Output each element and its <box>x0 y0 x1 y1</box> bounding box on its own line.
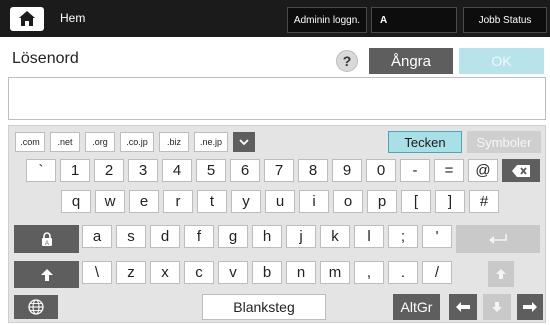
arrow-down-icon <box>492 302 502 312</box>
key[interactable]: c <box>184 261 214 284</box>
key[interactable]: b <box>252 261 282 284</box>
user-indicator[interactable]: A <box>371 7 457 33</box>
home-label: Hem <box>60 11 86 25</box>
key[interactable]: x <box>150 261 180 284</box>
top-bar: Hem Adminin loggn. A Jobb Status <box>0 0 550 37</box>
key[interactable]: \ <box>82 261 112 284</box>
domain-key[interactable]: .org <box>85 132 115 152</box>
key[interactable]: 3 <box>128 159 158 182</box>
ok-button[interactable]: OK <box>459 48 544 74</box>
key[interactable]: w <box>95 190 125 213</box>
backspace-button[interactable] <box>502 159 540 182</box>
tecken-button[interactable]: Tecken <box>388 131 462 153</box>
domain-key[interactable]: .co.jp <box>120 132 154 152</box>
key[interactable]: @ <box>468 159 498 182</box>
arrow-left-icon <box>456 302 470 312</box>
keyboard-panel: .com .net .org .co.jp .biz .ne.jp Tecken… <box>8 125 546 323</box>
key[interactable]: y <box>231 190 261 213</box>
backspace-icon <box>512 164 530 177</box>
svg-text:A: A <box>44 241 48 246</box>
cursor-right-button[interactable] <box>517 294 543 320</box>
cursor-up-button[interactable] <box>488 261 514 287</box>
enter-icon <box>489 234 507 244</box>
chevron-down-icon <box>239 139 249 145</box>
cursor-down-button[interactable] <box>483 294 511 320</box>
key[interactable]: p <box>367 190 397 213</box>
key[interactable]: j <box>286 225 316 248</box>
space-button[interactable]: Blanksteg <box>202 294 326 320</box>
key[interactable]: n <box>286 261 316 284</box>
globe-icon <box>28 299 44 315</box>
symboler-button[interactable]: Symboler <box>467 131 541 153</box>
key[interactable]: e <box>129 190 159 213</box>
key[interactable]: s <box>116 225 146 248</box>
domain-key[interactable]: .net <box>50 132 80 152</box>
key[interactable]: u <box>265 190 295 213</box>
key[interactable]: o <box>333 190 363 213</box>
key[interactable]: . <box>388 261 418 284</box>
key[interactable]: l <box>354 225 384 248</box>
key[interactable]: z <box>116 261 146 284</box>
key[interactable]: - <box>400 159 430 182</box>
key[interactable]: , <box>354 261 384 284</box>
caps-lock-button[interactable]: A <box>14 225 79 253</box>
home-icon <box>19 11 35 26</box>
key[interactable]: t <box>197 190 227 213</box>
key[interactable]: k <box>320 225 350 248</box>
caps-lock-icon: A <box>41 232 52 246</box>
key[interactable]: g <box>218 225 248 248</box>
key[interactable]: ` <box>26 159 56 182</box>
domain-more-button[interactable] <box>233 132 255 152</box>
arrow-up-icon <box>496 269 506 279</box>
key[interactable]: h <box>252 225 282 248</box>
language-button[interactable] <box>14 295 58 319</box>
key[interactable]: r <box>163 190 193 213</box>
key[interactable]: 2 <box>94 159 124 182</box>
help-icon[interactable]: ? <box>336 50 358 72</box>
key[interactable]: 7 <box>264 159 294 182</box>
domain-key[interactable]: .ne.jp <box>194 132 228 152</box>
key[interactable]: # <box>469 190 499 213</box>
key[interactable]: 1 <box>60 159 90 182</box>
key[interactable]: 4 <box>162 159 192 182</box>
key[interactable]: / <box>422 261 452 284</box>
domain-key[interactable]: .com <box>15 132 45 152</box>
shift-button[interactable] <box>14 261 79 288</box>
shift-arrow-icon <box>40 268 53 281</box>
key[interactable]: a <box>82 225 112 248</box>
key[interactable]: 6 <box>230 159 260 182</box>
key[interactable]: i <box>299 190 329 213</box>
job-status-button[interactable]: Jobb Status <box>463 7 547 33</box>
key[interactable]: ; <box>388 225 418 248</box>
enter-button[interactable] <box>456 225 540 253</box>
password-label: Lösenord <box>12 50 79 67</box>
key[interactable]: 9 <box>332 159 362 182</box>
key[interactable]: f <box>184 225 214 248</box>
key[interactable]: 8 <box>298 159 328 182</box>
domain-key[interactable]: .biz <box>159 132 189 152</box>
key[interactable]: ] <box>435 190 465 213</box>
key[interactable]: [ <box>401 190 431 213</box>
key[interactable]: d <box>150 225 180 248</box>
key[interactable]: v <box>218 261 248 284</box>
key[interactable]: 0 <box>366 159 396 182</box>
altgr-button[interactable]: AltGr <box>393 294 440 320</box>
password-input[interactable] <box>8 77 546 120</box>
key[interactable]: = <box>434 159 464 182</box>
admin-login-button[interactable]: Adminin loggn. <box>287 7 367 33</box>
key[interactable]: 5 <box>196 159 226 182</box>
home-button[interactable] <box>10 7 44 31</box>
key[interactable]: q <box>61 190 91 213</box>
cursor-left-button[interactable] <box>449 294 477 320</box>
undo-button[interactable]: Ångra <box>369 48 453 74</box>
arrow-right-icon <box>523 302 537 312</box>
key[interactable]: ' <box>422 225 452 248</box>
key[interactable]: m <box>320 261 350 284</box>
